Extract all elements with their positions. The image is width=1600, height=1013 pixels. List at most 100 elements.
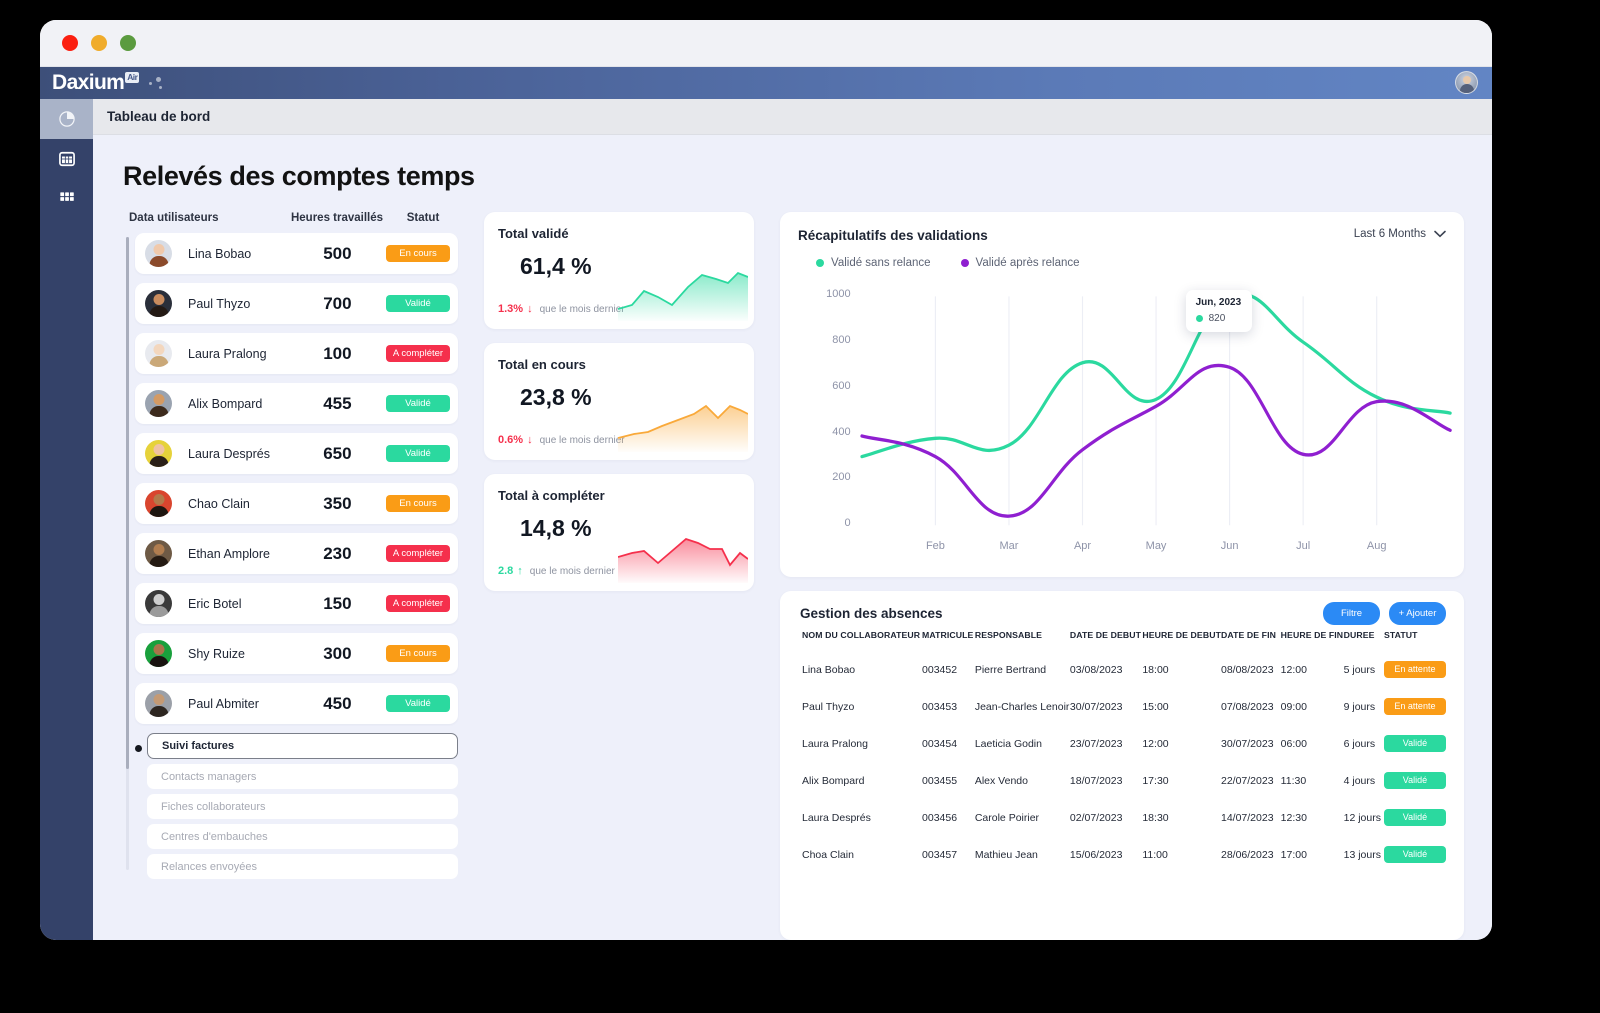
- table-row[interactable]: Laura Pralong 003454 Laeticia Godin 23/07/2…: [800, 725, 1446, 762]
- table-header-row: NOM DU COLLABORATEUR MATRICULE RESPONSABLE…: [800, 630, 1446, 651]
- status-badge: Validé: [1383, 846, 1446, 863]
- cell-heure-debut: 15:00: [1142, 700, 1169, 713]
- avatar: [145, 240, 172, 267]
- user-row[interactable]: Ethan Amplore 230 A compléter: [135, 533, 458, 574]
- y-tick-label: 400: [832, 425, 851, 438]
- user-hours: 450: [323, 693, 352, 713]
- table-row[interactable]: Paul Thyzo 003453 Jean-Charles Lenoir 30/07…: [800, 688, 1446, 725]
- stat-card-note: que le mois dernier: [529, 566, 615, 577]
- table-row[interactable]: Alix Bompard 003455 Alex Vendo 18/07/2023 17…: [800, 762, 1446, 799]
- nav-item-0[interactable]: Suivi factures: [147, 733, 458, 759]
- cell-heure-debut: 11:00: [1142, 848, 1168, 861]
- maximize-window-button[interactable]: [120, 35, 136, 51]
- x-tick-label: Apr: [1073, 539, 1092, 552]
- trend-up-icon: ↑: [517, 565, 523, 577]
- nav-item-3[interactable]: Centres d'embauches: [147, 824, 458, 849]
- add-button[interactable]: + Ajouter: [1389, 602, 1446, 625]
- user-row[interactable]: Paul Thyzo 700 Validé: [135, 283, 458, 324]
- user-row[interactable]: Laura Pralong 100 A compléter: [135, 333, 458, 374]
- cell-heure-fin: 12:00: [1280, 663, 1307, 676]
- cell-date-debut: 15/06/2023: [1069, 848, 1123, 861]
- cell-heure-fin: 17:00: [1280, 848, 1307, 861]
- cell-name: Choa Clain: [802, 848, 854, 861]
- stat-card: Total à compléter 14,8 % 2.8 ↑ que le mois d…: [484, 474, 754, 591]
- status-badge: Validé: [386, 394, 450, 413]
- stat-card-sparkline: [618, 404, 748, 452]
- legend-color-dot-icon: [960, 259, 969, 267]
- user-status: A compléter: [386, 544, 450, 563]
- user-row[interactable]: Lina Bobao 500 En cours: [135, 233, 458, 274]
- list-scrollbar-track[interactable]: [126, 237, 129, 870]
- chart-range-select[interactable]: Last 6 Months: [1354, 228, 1446, 240]
- legend-item[interactable]: Validé après relance: [960, 257, 1080, 269]
- sidebar-item-planning[interactable]: [40, 139, 93, 179]
- stat-card-note: que le mois dernier: [539, 304, 625, 315]
- minimize-window-button[interactable]: [91, 35, 107, 51]
- secondary-nav-list: Suivi factures Contacts managers Fiches co…: [135, 733, 458, 879]
- user-hours: 500: [323, 243, 352, 263]
- sidebar-item-apps[interactable]: [40, 179, 93, 219]
- cell-responsable: Mathieu Jean: [974, 848, 1038, 861]
- status-badge: Validé: [1383, 735, 1446, 752]
- user-avatar[interactable]: [1455, 71, 1478, 94]
- cell-duree: 12 jours: [1343, 811, 1381, 824]
- user-list-column: Data utilisateurs Heures travaillés Stat…: [123, 212, 458, 940]
- table-row[interactable]: Choa Clain 003457 Mathieu Jean 15/06/2023 11…: [800, 836, 1446, 873]
- breadcrumb: Tableau de bord: [93, 99, 1492, 135]
- user-row[interactable]: Alix Bompard 455 Validé: [135, 383, 458, 424]
- absences-table-card: Gestion des absences Filtre + Ajouter NO…: [780, 591, 1464, 940]
- cell-statut: En attente: [1383, 651, 1446, 688]
- sidebar-item-dashboard[interactable]: [40, 99, 93, 139]
- app-logo-text: Daxium: [52, 71, 125, 94]
- user-row[interactable]: Laura Després 650 Validé: [135, 433, 458, 474]
- table-column-header: DATE DE DEBUT: [1069, 630, 1142, 640]
- stat-card-sparkline: [618, 271, 748, 321]
- chart-plot-area: 0 200 400 600 800 1000 Feb Mar Apr May Jun Jul Aug …: [794, 288, 1454, 569]
- nav-item-2[interactable]: Fiches collaborateurs: [147, 794, 458, 819]
- filter-button[interactable]: Filtre: [1323, 602, 1380, 625]
- cell-name: Lina Bobao: [802, 663, 856, 676]
- breadcrumb-label: Tableau de bord: [107, 109, 211, 124]
- list-scrollbar-thumb[interactable]: [126, 237, 129, 769]
- app-logo-superscript: Air: [125, 72, 140, 83]
- cell-statut: Validé: [1383, 799, 1446, 836]
- absences-table: NOM DU COLLABORATEUR MATRICULE RESPONSABLE…: [800, 630, 1446, 873]
- table-column-header: NOM DU COLLABORATEUR: [802, 630, 921, 640]
- user-list-header: Data utilisateurs Heures travaillés Stat…: [123, 212, 458, 233]
- close-window-button[interactable]: [62, 35, 78, 51]
- cell-statut: Validé: [1383, 762, 1446, 799]
- x-tick-label: Feb: [925, 539, 945, 552]
- user-row[interactable]: Eric Botel 150 A compléter: [135, 583, 458, 624]
- legend-label: Validé après relance: [975, 257, 1080, 269]
- cell-duree: 13 jours: [1343, 848, 1381, 861]
- user-row[interactable]: Chao Clain 350 En cours: [135, 483, 458, 524]
- stat-card-footer: 1.3% ↓ que le mois dernier: [498, 303, 625, 315]
- cell-date-fin: 14/07/2023: [1220, 811, 1274, 824]
- app-logo[interactable]: Daxium Air: [52, 71, 140, 95]
- nav-item-4[interactable]: Relances envoyées: [147, 854, 458, 879]
- status-badge: Validé: [1383, 809, 1446, 826]
- cell-duree: 5 jours: [1343, 663, 1376, 676]
- user-status: A compléter: [386, 344, 450, 363]
- stat-card-sparkline: [618, 537, 748, 583]
- user-row[interactable]: Paul Abmiter 450 Validé: [135, 683, 458, 724]
- nav-item-1[interactable]: Contacts managers: [147, 764, 458, 789]
- x-tick-label: Mar: [999, 539, 1019, 552]
- cell-heure-fin: 12:30: [1280, 811, 1307, 824]
- user-status: En cours: [386, 494, 450, 513]
- chart-svg: [860, 292, 1452, 526]
- user-hours: 230: [323, 543, 352, 563]
- legend-item[interactable]: Validé sans relance: [816, 257, 931, 269]
- table-row[interactable]: Laura Després 003456 Carole Poirier 02/07/2…: [800, 799, 1446, 836]
- chart-header: Récapitulatifs des validations Last 6 Mo…: [798, 228, 1446, 243]
- table-row[interactable]: Lina Bobao 003452 Pierre Bertrand 03/08/202…: [800, 651, 1446, 688]
- avatar: [145, 390, 172, 417]
- status-badge: Validé: [386, 694, 450, 713]
- user-row[interactable]: Shy Ruize 300 En cours: [135, 633, 458, 674]
- absences-table-body: Lina Bobao 003452 Pierre Bertrand 03/08/202…: [800, 651, 1446, 873]
- cell-heure-debut: 18:00: [1142, 663, 1169, 676]
- table-column-header: DUREE: [1343, 630, 1375, 640]
- icon-rail: [40, 99, 93, 940]
- user-hours: 100: [323, 343, 352, 363]
- cell-date-debut: 18/07/2023: [1069, 774, 1123, 787]
